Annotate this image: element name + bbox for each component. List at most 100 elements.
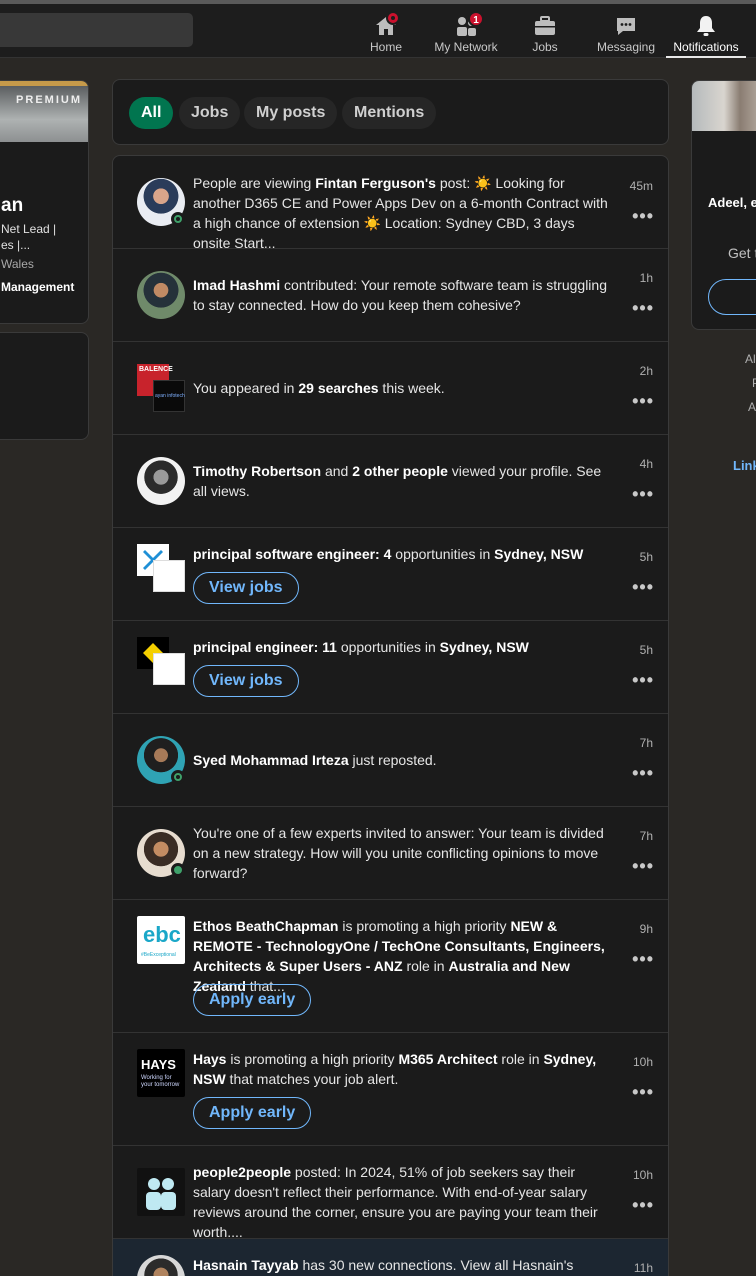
notification-text-bold[interactable]: Sydney, NSW — [494, 546, 583, 562]
avatar[interactable] — [137, 271, 185, 319]
nav-jobs[interactable]: Jobs — [521, 8, 569, 58]
more-options-icon[interactable]: ••• — [632, 857, 654, 875]
notification-item[interactable]: You're one of a few experts invited to a… — [113, 807, 668, 900]
messaging-icon — [614, 14, 638, 38]
notification-text[interactable]: principal software engineer: 4 opportuni… — [193, 544, 613, 564]
footer-link[interactable]: Al — [745, 352, 756, 366]
more-options-icon[interactable]: ••• — [632, 1083, 654, 1101]
nav-messaging[interactable]: Messaging — [592, 8, 660, 58]
nav-label: My Network — [434, 40, 498, 54]
notification-text-bold[interactable]: principal software engineer: 4 — [193, 546, 391, 562]
notification-text-bold[interactable]: Syed Mohammad Irteza — [193, 752, 349, 768]
notification-text-bold[interactable]: Imad Hashmi — [193, 277, 280, 293]
search-input[interactable] — [0, 13, 193, 47]
notification-text-bold[interactable]: Hays — [193, 1051, 226, 1067]
notification-item[interactable]: HAYS Working for your tomorrow Hays is p… — [113, 1033, 668, 1146]
filter-jobs[interactable]: Jobs — [179, 97, 241, 129]
notification-time: 7h — [639, 736, 653, 750]
more-options-icon[interactable]: ••• — [632, 299, 654, 317]
logo-text: ebc — [143, 922, 181, 947]
avatar[interactable] — [137, 457, 185, 505]
footer-link[interactable]: A — [748, 400, 756, 414]
filter-all[interactable]: All — [129, 97, 174, 129]
nav-notifications[interactable]: Notifications — [666, 8, 746, 58]
notification-text[interactable]: Imad Hashmi contributed: Your remote sof… — [193, 275, 613, 315]
notification-text[interactable]: Hays is promoting a high priority M365 A… — [193, 1049, 613, 1089]
notification-text[interactable]: people2people posted: In 2024, 51% of jo… — [193, 1162, 613, 1242]
notification-item[interactable]: Hasnain Tayyab has 30 new connections. V… — [113, 1239, 668, 1276]
briefcase-icon — [533, 14, 557, 38]
profile-extra[interactable]: Management — [1, 280, 74, 294]
right-promo-card[interactable]: Adeel, e Get t — [691, 80, 756, 330]
view-jobs-button[interactable]: View jobs — [193, 572, 299, 604]
notification-item[interactable]: Syed Mohammad Irteza just reposted. 7h •… — [113, 714, 668, 807]
notification-text[interactable]: Timothy Robertson and 2 other people vie… — [193, 461, 613, 501]
notification-item[interactable]: BALENCE ayan infotech You appeared in 29… — [113, 342, 668, 435]
more-options-icon[interactable]: ••• — [632, 1196, 654, 1214]
notification-text[interactable]: You're one of a few experts invited to a… — [193, 823, 613, 883]
notification-time: 1h — [639, 271, 653, 285]
apply-early-button[interactable]: Apply early — [193, 984, 312, 1016]
company-logo: ayan infotech — [153, 380, 185, 412]
brand-link[interactable]: Link — [733, 458, 756, 473]
notification-text-bold[interactable]: 29 searches — [298, 380, 378, 396]
nav-my-network[interactable]: 1 My Network — [428, 8, 504, 58]
notification-text[interactable]: Syed Mohammad Irteza just reposted. — [193, 750, 613, 770]
notification-text-segment: has 30 new connections. View all Hasnain… — [298, 1257, 574, 1273]
notification-text-segment: is promoting a high priority — [338, 918, 511, 934]
notification-text[interactable]: You appeared in 29 searches this week. — [193, 378, 613, 398]
notification-item[interactable]: People are viewing Fintan Ferguson's pos… — [113, 156, 668, 251]
top-nav: Home 1 My Network Jobs Messaging Notific… — [0, 0, 756, 58]
notification-text-bold[interactable]: Ethos BeathChapman — [193, 918, 338, 934]
nav-label: Home — [369, 40, 402, 54]
notification-item[interactable]: ebc #BeExceptional Ethos BeathChapman is… — [113, 900, 668, 1033]
company-logo: HAYS Working for your tomorrow — [137, 1049, 185, 1097]
notification-item[interactable]: principal engineer: 11 opportunities in … — [113, 621, 668, 714]
notification-text-bold[interactable]: 2 other people — [352, 463, 448, 479]
more-options-icon[interactable]: ••• — [632, 764, 654, 782]
notification-text[interactable]: People are viewing Fintan Ferguson's pos… — [193, 173, 613, 253]
more-options-icon[interactable]: ••• — [632, 392, 654, 410]
more-options-icon[interactable]: ••• — [632, 485, 654, 503]
apply-early-button[interactable]: Apply early — [193, 1097, 312, 1129]
filter-my-posts[interactable]: My posts — [244, 97, 338, 129]
footer-link[interactable]: P — [752, 376, 756, 390]
online-indicator — [171, 212, 185, 226]
notification-text-bold[interactable]: principal engineer: 11 — [193, 639, 337, 655]
notification-text-bold[interactable]: Fintan Ferguson's — [315, 175, 436, 191]
notification-text-segment: that matches your job alert. — [225, 1071, 399, 1087]
promo-name: Adeel, e — [708, 195, 756, 210]
notification-text-bold[interactable]: Hasnain Tayyab — [193, 1257, 299, 1273]
notification-text-segment: People are viewing — [193, 175, 316, 191]
notification-text-bold[interactable]: Timothy Robertson — [193, 463, 321, 479]
profile-headline-line: Net Lead | — [1, 222, 57, 236]
profile-card[interactable]: PREMIUM an Net Lead | es |... Wales Mana… — [0, 80, 89, 324]
profile-location: Wales — [1, 257, 34, 271]
more-options-icon[interactable]: ••• — [632, 578, 654, 596]
profile-name[interactable]: an — [1, 195, 23, 217]
avatar[interactable] — [137, 1255, 185, 1276]
notification-text-bold[interactable]: M365 Architect — [398, 1051, 497, 1067]
notification-text-bold[interactable]: Sydney, NSW — [440, 639, 529, 655]
network-icon: 1 — [454, 11, 484, 38]
notification-item[interactable]: principal software engineer: 4 opportuni… — [113, 528, 668, 621]
notification-item[interactable]: people2people posted: In 2024, 51% of jo… — [113, 1146, 668, 1242]
more-options-icon[interactable]: ••• — [632, 207, 654, 225]
filter-bar: All Jobs My posts Mentions — [112, 79, 669, 145]
notification-text[interactable]: Hasnain Tayyab has 30 new connections. V… — [193, 1255, 613, 1275]
view-jobs-button[interactable]: View jobs — [193, 665, 299, 697]
notification-time: 10h — [632, 1168, 653, 1182]
filter-mentions[interactable]: Mentions — [342, 97, 437, 129]
nav-label: Notifications — [673, 40, 739, 54]
more-options-icon[interactable]: ••• — [632, 671, 654, 689]
notification-text[interactable]: principal engineer: 11 opportunities in … — [193, 637, 613, 657]
notification-text-segment: You're one of a few experts invited to a… — [193, 825, 604, 881]
promo-button[interactable] — [708, 279, 756, 315]
nav-home[interactable]: Home — [362, 8, 410, 58]
more-options-icon[interactable]: ••• — [632, 950, 654, 968]
promo-prompt: Get t — [728, 245, 756, 261]
notification-text-bold[interactable]: people2people — [193, 1164, 291, 1180]
notification-time: 5h — [639, 643, 653, 657]
notification-item[interactable]: Timothy Robertson and 2 other people vie… — [113, 435, 668, 528]
notification-item[interactable]: Imad Hashmi contributed: Your remote sof… — [113, 249, 668, 342]
